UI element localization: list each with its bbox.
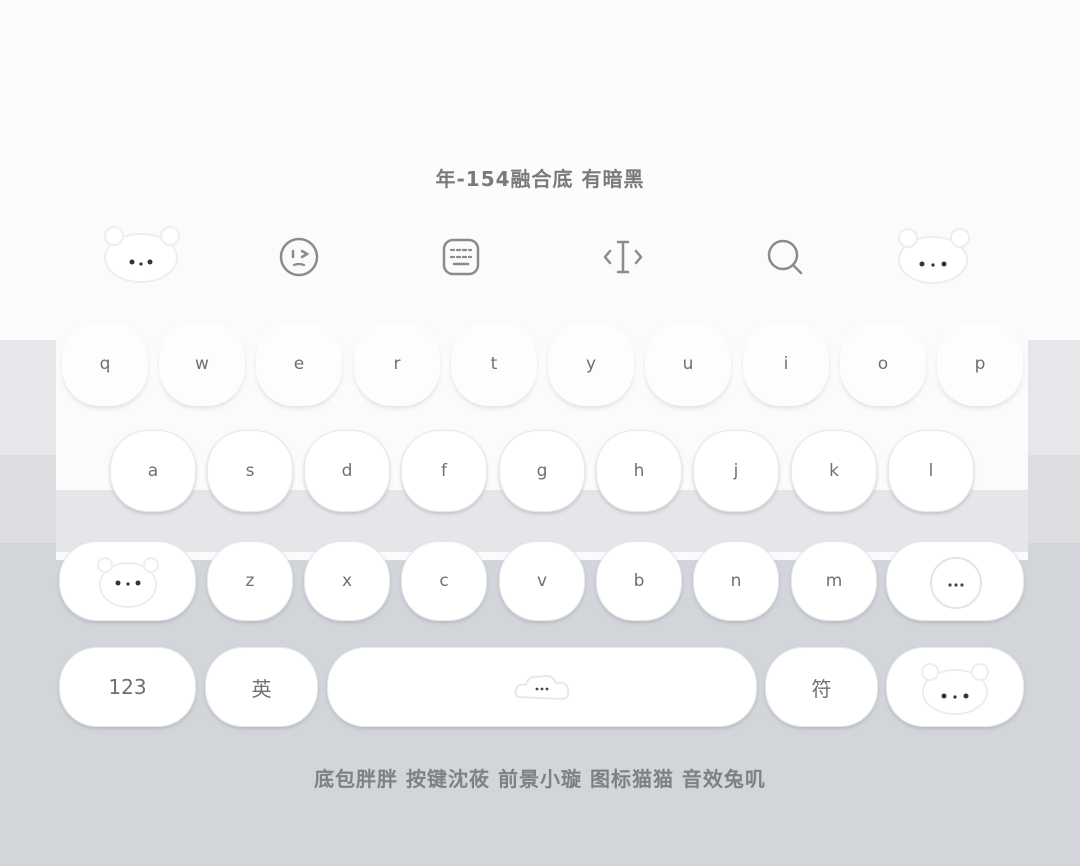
keyboard-layout-button[interactable] (436, 232, 486, 282)
key-b[interactable]: b (596, 541, 682, 621)
keyboard-icon (442, 238, 480, 276)
key-u[interactable]: u (645, 322, 731, 406)
bear-icon (898, 228, 970, 284)
cursor-button[interactable] (598, 232, 648, 282)
bear-icon (96, 557, 159, 608)
language-key[interactable]: 英 (205, 647, 318, 727)
key-y[interactable]: y (548, 322, 634, 406)
key-j[interactable]: j (693, 430, 779, 512)
key-f[interactable]: f (401, 430, 487, 512)
search-icon (767, 239, 803, 275)
key-d[interactable]: d (304, 430, 390, 512)
key-g[interactable]: g (499, 430, 585, 512)
key-n[interactable]: n (693, 541, 779, 621)
search-button[interactable] (760, 232, 810, 282)
key-l[interactable]: l (888, 430, 974, 512)
key-m[interactable]: m (791, 541, 877, 621)
key-a[interactable]: a (110, 430, 196, 512)
cloud-icon (514, 674, 570, 701)
cursor-icon (603, 240, 643, 274)
key-v[interactable]: v (499, 541, 585, 621)
key-c[interactable]: c (401, 541, 487, 621)
key-t[interactable]: t (451, 322, 537, 406)
bear-sticker-left[interactable] (98, 222, 184, 288)
key-p[interactable]: p (937, 322, 1023, 406)
emoji-icon (279, 237, 319, 277)
key-k[interactable]: k (791, 430, 877, 512)
delete-key[interactable] (886, 541, 1024, 621)
enter-key[interactable] (886, 647, 1024, 727)
key-s[interactable]: s (207, 430, 293, 512)
space-key[interactable] (327, 647, 757, 727)
skin-title: 年-154融合底 有暗黑 (435, 167, 645, 191)
key-i[interactable]: i (743, 322, 829, 406)
symbols-key[interactable]: 符 (765, 647, 878, 727)
key-z[interactable]: z (207, 541, 293, 621)
shift-key[interactable] (59, 541, 196, 621)
bear-icon (930, 557, 982, 609)
key-h[interactable]: h (596, 430, 682, 512)
bear-icon (104, 226, 180, 283)
emoji-button[interactable] (274, 232, 324, 282)
key-r[interactable]: r (354, 322, 440, 406)
bear-sticker-right[interactable] (890, 222, 976, 288)
credits-text: 底包胖胖 按键沈莜 前景小璇 图标猫猫 音效兔叽 (314, 767, 766, 791)
key-x[interactable]: x (304, 541, 390, 621)
key-o[interactable]: o (840, 322, 926, 406)
bear-icon (921, 663, 989, 715)
key-w[interactable]: w (159, 322, 245, 406)
numbers-key[interactable]: 123 (59, 647, 196, 727)
key-e[interactable]: e (256, 322, 342, 406)
key-q[interactable]: q (62, 322, 148, 406)
